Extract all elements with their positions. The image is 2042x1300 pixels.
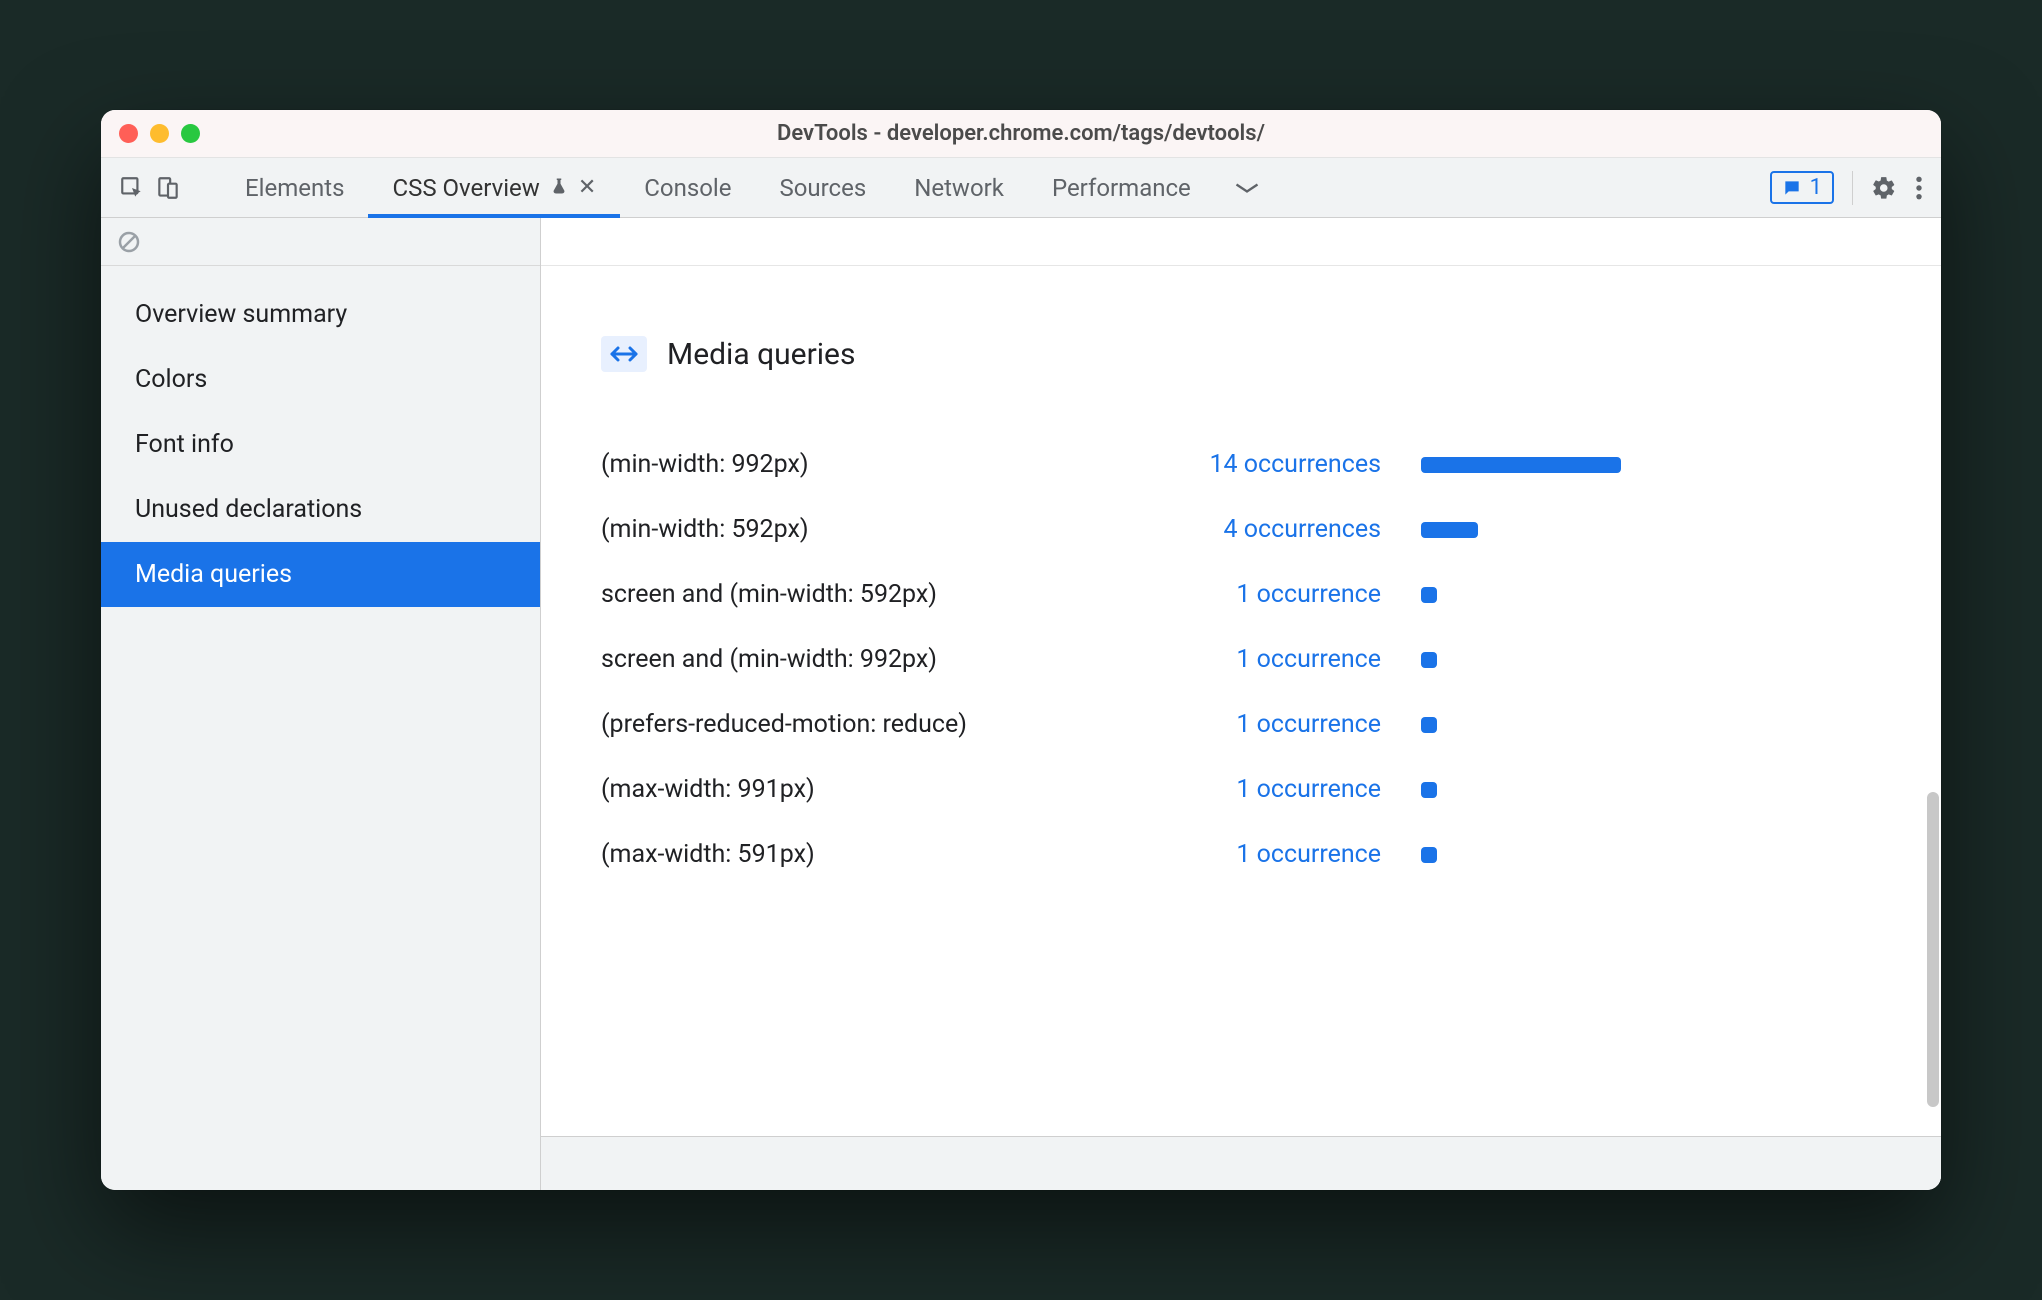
media-query-bar bbox=[1421, 847, 1437, 863]
sidebar-item-label: Overview summary bbox=[135, 300, 347, 329]
media-query-bar-wrap bbox=[1421, 522, 1881, 538]
media-query-row: (prefers-reduced-motion: reduce) 1 occurr… bbox=[601, 692, 1881, 757]
settings-icon[interactable] bbox=[1871, 175, 1897, 201]
media-query-bar bbox=[1421, 522, 1478, 538]
media-query-text: (max-width: 591px) bbox=[601, 840, 1101, 869]
content-area: Overview summary Colors Font info Unused… bbox=[101, 218, 1941, 1190]
more-tabs-icon[interactable] bbox=[1215, 158, 1279, 217]
sidebar-header bbox=[101, 218, 540, 266]
main-header bbox=[541, 218, 1941, 266]
tab-label: CSS Overview bbox=[392, 174, 539, 202]
media-query-count-link[interactable]: 1 occurrence bbox=[1141, 710, 1381, 739]
traffic-lights bbox=[119, 124, 200, 143]
clear-icon[interactable] bbox=[117, 230, 141, 254]
close-window-button[interactable] bbox=[119, 124, 138, 143]
main-panel: Media queries (min-width: 992px) 14 occur… bbox=[541, 218, 1941, 1190]
media-query-bar bbox=[1421, 717, 1437, 733]
sidebar-item-colors[interactable]: Colors bbox=[101, 347, 540, 412]
toolbar-divider bbox=[1852, 171, 1853, 205]
panel-title: Media queries bbox=[667, 337, 855, 372]
panel-title-row: Media queries bbox=[601, 336, 1881, 372]
tab-network[interactable]: Network bbox=[890, 158, 1028, 217]
media-query-text: (min-width: 992px) bbox=[601, 450, 1101, 479]
maximize-window-button[interactable] bbox=[181, 124, 200, 143]
media-query-count-link[interactable]: 1 occurrence bbox=[1141, 840, 1381, 869]
main-toolbar: Elements CSS Overview ✕ Console Sources … bbox=[101, 158, 1941, 218]
media-query-row: (max-width: 591px) 1 occurrence bbox=[601, 822, 1881, 887]
media-query-bar bbox=[1421, 652, 1437, 668]
media-queries-panel: Media queries (min-width: 992px) 14 occur… bbox=[541, 266, 1941, 1136]
tab-label: Performance bbox=[1052, 174, 1191, 202]
sidebar-item-unused-declarations[interactable]: Unused declarations bbox=[101, 477, 540, 542]
tab-label: Elements bbox=[245, 174, 344, 202]
tab-label: Sources bbox=[779, 174, 866, 202]
media-query-count-link[interactable]: 4 occurrences bbox=[1141, 515, 1381, 544]
scrollbar-vertical[interactable] bbox=[1927, 378, 1939, 1130]
media-query-text: (max-width: 991px) bbox=[601, 775, 1101, 804]
kebab-menu-icon[interactable] bbox=[1915, 175, 1923, 201]
sidebar-item-label: Unused declarations bbox=[135, 495, 362, 524]
bottom-drawer[interactable] bbox=[541, 1136, 1941, 1190]
tab-css-overview[interactable]: CSS Overview ✕ bbox=[368, 158, 620, 217]
tab-label: Network bbox=[914, 174, 1004, 202]
inspect-element-icon[interactable] bbox=[119, 175, 145, 201]
media-query-row: screen and (min-width: 992px) 1 occurrenc… bbox=[601, 627, 1881, 692]
issues-badge[interactable]: 1 bbox=[1770, 171, 1834, 204]
scrollbar-thumb[interactable] bbox=[1927, 792, 1939, 1108]
minimize-window-button[interactable] bbox=[150, 124, 169, 143]
sidebar-item-overview-summary[interactable]: Overview summary bbox=[101, 282, 540, 347]
panel-tabs: Elements CSS Overview ✕ Console Sources … bbox=[221, 158, 1750, 217]
media-queries-icon bbox=[601, 336, 647, 372]
tab-performance[interactable]: Performance bbox=[1028, 158, 1215, 217]
devtools-window: DevTools - developer.chrome.com/tags/dev… bbox=[101, 110, 1941, 1190]
experimental-icon bbox=[550, 174, 568, 202]
media-query-row: (max-width: 991px) 1 occurrence bbox=[601, 757, 1881, 822]
sidebar-item-font-info[interactable]: Font info bbox=[101, 412, 540, 477]
media-query-bar-wrap bbox=[1421, 652, 1881, 668]
media-query-bar-wrap bbox=[1421, 782, 1881, 798]
sidebar-item-media-queries[interactable]: Media queries bbox=[101, 542, 540, 607]
media-query-bar bbox=[1421, 457, 1621, 473]
sidebar-item-label: Colors bbox=[135, 365, 207, 394]
close-tab-icon[interactable]: ✕ bbox=[578, 175, 596, 200]
issues-icon bbox=[1782, 178, 1802, 198]
toolbar-right: 1 bbox=[1760, 171, 1923, 205]
media-query-count-link[interactable]: 1 occurrence bbox=[1141, 645, 1381, 674]
tab-console[interactable]: Console bbox=[620, 158, 755, 217]
titlebar: DevTools - developer.chrome.com/tags/dev… bbox=[101, 110, 1941, 158]
media-query-bar bbox=[1421, 587, 1437, 603]
tab-label: Console bbox=[644, 174, 731, 202]
sidebar: Overview summary Colors Font info Unused… bbox=[101, 218, 541, 1190]
media-query-row: (min-width: 592px) 4 occurrences bbox=[601, 497, 1881, 562]
device-toolbar-icon[interactable] bbox=[155, 175, 181, 201]
media-query-count-link[interactable]: 14 occurrences bbox=[1141, 450, 1381, 479]
media-query-count-link[interactable]: 1 occurrence bbox=[1141, 775, 1381, 804]
media-query-row: screen and (min-width: 592px) 1 occurrenc… bbox=[601, 562, 1881, 627]
issues-count: 1 bbox=[1810, 175, 1822, 200]
media-query-bar-wrap bbox=[1421, 847, 1881, 863]
media-query-count-link[interactable]: 1 occurrence bbox=[1141, 580, 1381, 609]
media-query-bar-wrap bbox=[1421, 457, 1881, 473]
media-query-row: (min-width: 992px) 14 occurrences bbox=[601, 432, 1881, 497]
sidebar-item-label: Media queries bbox=[135, 560, 292, 589]
media-query-bar-wrap bbox=[1421, 717, 1881, 733]
media-query-text: screen and (min-width: 592px) bbox=[601, 580, 1101, 609]
sidebar-list: Overview summary Colors Font info Unused… bbox=[101, 266, 540, 607]
media-queries-list: (min-width: 992px)14 occurrences(min-wid… bbox=[601, 432, 1881, 887]
media-query-bar-wrap bbox=[1421, 587, 1881, 603]
media-query-text: (prefers-reduced-motion: reduce) bbox=[601, 710, 1101, 739]
media-query-text: (min-width: 592px) bbox=[601, 515, 1101, 544]
window-title: DevTools - developer.chrome.com/tags/dev… bbox=[101, 121, 1941, 146]
media-query-bar bbox=[1421, 782, 1437, 798]
media-query-text: screen and (min-width: 992px) bbox=[601, 645, 1101, 674]
tab-sources[interactable]: Sources bbox=[755, 158, 890, 217]
sidebar-item-label: Font info bbox=[135, 430, 234, 459]
tab-elements[interactable]: Elements bbox=[221, 158, 368, 217]
